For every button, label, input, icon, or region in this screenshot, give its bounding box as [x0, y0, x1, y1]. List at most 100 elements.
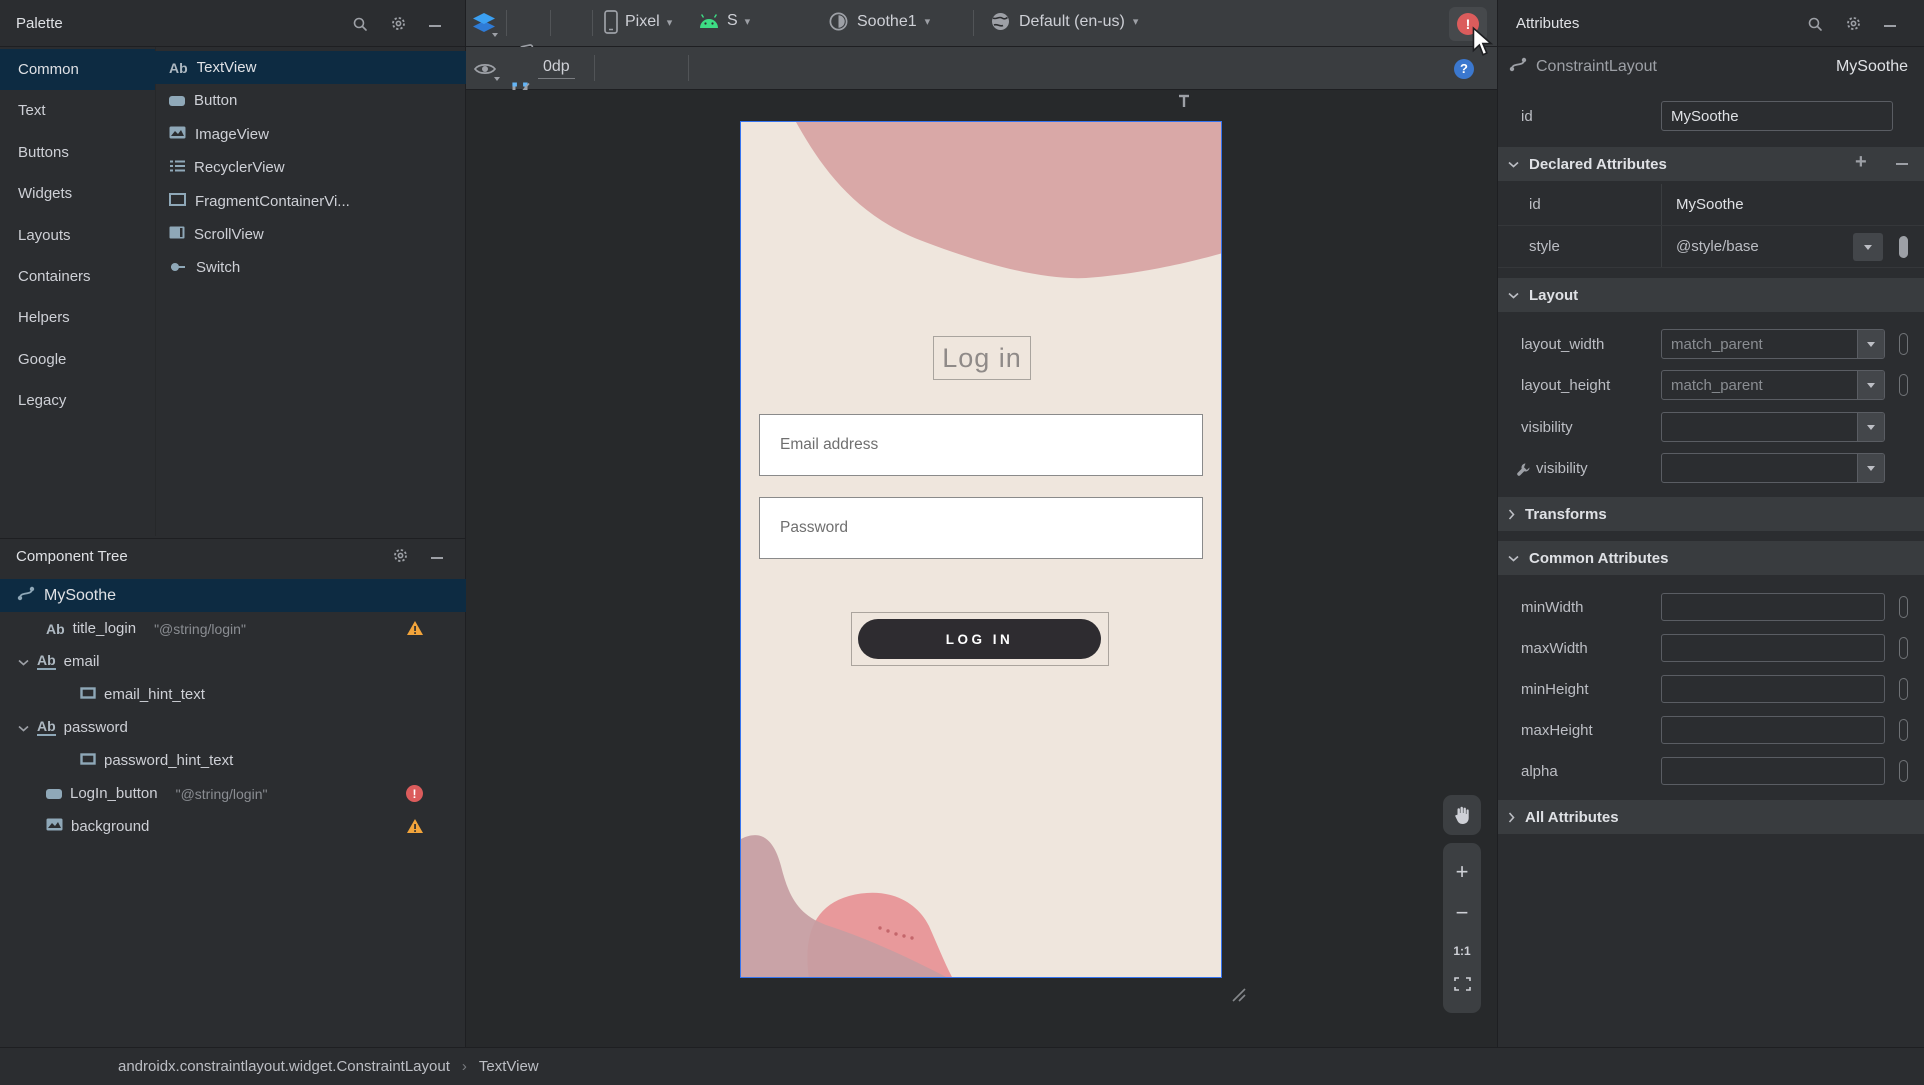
design-surface-button[interactable] [468, 10, 500, 38]
design-canvas[interactable]: Log in Email address Password LOG IN + −… [466, 90, 1497, 1047]
chevron-down-icon: ▾ [744, 15, 751, 28]
layout-width-combo[interactable]: match_parent [1661, 329, 1885, 359]
chevron-down-icon: ▾ [666, 16, 673, 29]
section-transforms[interactable]: Transforms [1498, 497, 1924, 531]
zoom-100-button[interactable]: 1:1 [1453, 944, 1470, 958]
layout-height-tools-pill[interactable] [1899, 374, 1908, 396]
login-button[interactable]: LOG IN [858, 619, 1101, 659]
attributes-title: Attributes [1516, 14, 1580, 32]
style-dropdown-button[interactable] [1853, 233, 1883, 261]
edittext-icon: Ab [37, 652, 56, 670]
password-field[interactable]: Password [759, 497, 1203, 559]
maxheight-label: maxHeight [1521, 722, 1593, 739]
search-icon[interactable] [1807, 16, 1823, 36]
minimize-icon[interactable] [431, 556, 443, 559]
style-tools-pill[interactable] [1899, 236, 1908, 258]
zoom-in-button[interactable]: + [1456, 860, 1469, 883]
gear-icon[interactable] [390, 15, 407, 36]
tree-row-password[interactable]: Ab password [0, 711, 466, 744]
maxheight-input[interactable] [1661, 716, 1885, 744]
minheight-tools-pill[interactable] [1899, 678, 1908, 700]
tree-row-password-hint-text[interactable]: password_hint_text [0, 744, 466, 777]
section-all-attributes[interactable]: All Attributes [1498, 800, 1924, 834]
default-margin-button[interactable]: 0dp [538, 58, 575, 79]
view-options-button[interactable] [470, 57, 500, 81]
search-icon[interactable] [352, 16, 368, 36]
theme-selector[interactable]: Soothe1 ▾ [828, 11, 930, 32]
palette-category-google[interactable]: Google [0, 339, 155, 380]
locale-selector[interactable]: Default (en-us) ▾ [990, 11, 1138, 32]
tree-row-login-button[interactable]: LogIn_button "@string/login" ! [0, 777, 466, 810]
palette-category-containers[interactable]: Containers [0, 256, 155, 297]
minwidth-tools-pill[interactable] [1899, 596, 1908, 618]
zoom-fit-button[interactable] [1453, 977, 1471, 995]
email-field[interactable]: Email address [759, 414, 1203, 476]
chevron-down-icon[interactable] [18, 653, 29, 670]
login-title[interactable]: Log in [933, 336, 1031, 380]
breadcrumb-constraintlayout[interactable]: androidx.constraintlayout.widget.Constra… [118, 1058, 450, 1075]
id-input[interactable]: MySoothe [1661, 101, 1893, 131]
chevron-down-icon[interactable] [18, 719, 29, 736]
palette-category-common[interactable]: Common [0, 49, 155, 90]
help-icon[interactable]: ? [1454, 59, 1474, 79]
add-attribute-button[interactable]: + [1855, 151, 1867, 174]
palette-item-textview[interactable]: Ab TextView [155, 51, 466, 84]
minheight-label: minHeight [1521, 681, 1589, 698]
declared-row-style[interactable]: style @style/base [1498, 226, 1924, 268]
palette-item-button[interactable]: Button [155, 84, 466, 117]
resize-handle[interactable] [1228, 984, 1246, 1006]
tools-visibility-combo[interactable] [1661, 453, 1885, 483]
android-icon [700, 14, 718, 28]
palette-item-recyclerview[interactable]: RecyclerView [155, 151, 466, 184]
section-declared-attributes[interactable]: Declared Attributes + [1498, 147, 1924, 181]
maxheight-tools-pill[interactable] [1899, 719, 1908, 741]
palette-category-buttons[interactable]: Buttons [0, 132, 155, 173]
button-icon [169, 95, 185, 106]
palette-item-fragmentcontainerview[interactable]: FragmentContainerVi... [155, 185, 466, 218]
pin-marker-icon [1178, 94, 1190, 112]
minheight-input[interactable] [1661, 675, 1885, 703]
palette-category-helpers[interactable]: Helpers [0, 297, 155, 338]
api-selector[interactable]: S ▾ [698, 12, 750, 30]
error-icon: ! [406, 785, 423, 802]
visibility-combo[interactable] [1661, 412, 1885, 442]
declared-row-id[interactable]: id MySoothe [1498, 184, 1924, 226]
palette-category-legacy[interactable]: Legacy [0, 380, 155, 421]
minwidth-input[interactable] [1661, 593, 1885, 621]
alpha-tools-pill[interactable] [1899, 760, 1908, 782]
phone-icon [604, 10, 618, 34]
device-selector[interactable]: Pixel ▾ [604, 10, 672, 34]
maxwidth-input[interactable] [1661, 634, 1885, 662]
tree-row-email[interactable]: Ab email [0, 645, 466, 678]
button-icon [46, 788, 62, 799]
palette-category-text[interactable]: Text [0, 90, 155, 131]
section-layout[interactable]: Layout [1498, 278, 1924, 312]
tree-row-email-hint-text[interactable]: email_hint_text [0, 678, 466, 711]
visibility-label: visibility [1521, 419, 1573, 436]
component-tree-title: Component Tree [16, 547, 128, 565]
view-rect-icon [80, 686, 96, 703]
palette-item-scrollview[interactable]: ScrollView [155, 218, 466, 251]
alpha-input[interactable] [1661, 757, 1885, 785]
zoom-out-button[interactable]: − [1456, 902, 1469, 924]
maxwidth-tools-pill[interactable] [1899, 637, 1908, 659]
minimize-icon[interactable] [429, 24, 441, 27]
phone-preview[interactable]: Log in Email address Password LOG IN [740, 121, 1222, 978]
section-common-attributes[interactable]: Common Attributes [1498, 541, 1924, 575]
minimize-icon[interactable] [1884, 24, 1896, 27]
layout-width-tools-pill[interactable] [1899, 333, 1908, 355]
palette-item-imageview[interactable]: ImageView [155, 118, 466, 151]
palette-item-switch[interactable]: Switch [155, 251, 466, 284]
breadcrumb-textview[interactable]: TextView [479, 1058, 539, 1075]
tree-row-title-login[interactable]: Ab title_login "@string/login" [0, 612, 466, 645]
pan-button[interactable] [1443, 795, 1481, 835]
tree-row-background[interactable]: background [0, 810, 466, 843]
palette-category-layouts[interactable]: Layouts [0, 215, 155, 256]
gear-icon[interactable] [392, 547, 409, 568]
textview-ab-icon: Ab [46, 620, 65, 637]
gear-icon[interactable] [1845, 15, 1862, 36]
layout-height-combo[interactable]: match_parent [1661, 370, 1885, 400]
remove-attribute-button[interactable] [1896, 163, 1908, 165]
tree-row-mysoothe[interactable]: MySoothe [0, 579, 466, 612]
palette-category-widgets[interactable]: Widgets [0, 173, 155, 214]
